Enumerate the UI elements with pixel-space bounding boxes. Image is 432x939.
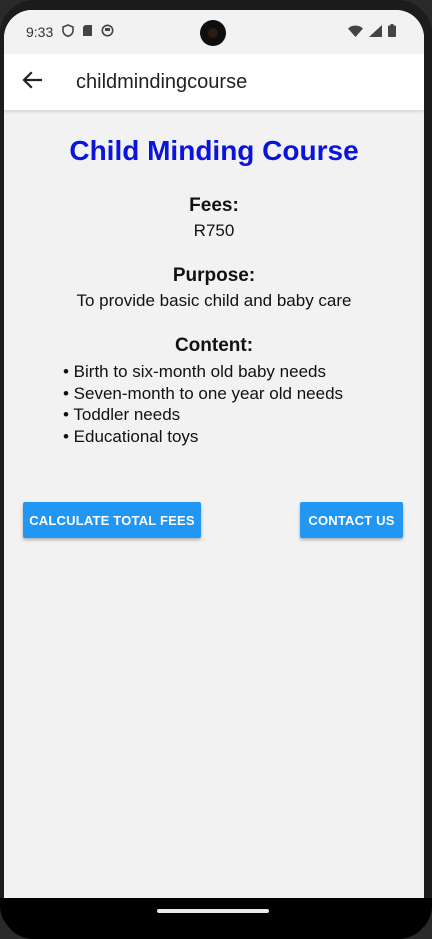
sd-card-icon (82, 24, 93, 42)
home-indicator[interactable] (157, 909, 269, 913)
app-bar-title: childmindingcourse (76, 71, 248, 93)
purpose-value: To provide basic child and baby care (76, 291, 352, 310)
front-camera (200, 20, 226, 46)
page-title: Child Minding Course (69, 135, 359, 166)
list-item: • Toddler needs (63, 405, 181, 424)
notification-icon (101, 24, 114, 42)
battery-icon (388, 24, 396, 42)
app-bar: childmindingcourse (4, 54, 424, 110)
calculate-total-fees-button[interactable]: CALCULATE TOTAL FEES (23, 502, 201, 538)
signal-icon (369, 24, 382, 42)
arrow-back-icon (22, 70, 43, 94)
status-icons-left (62, 24, 114, 42)
navigation-bar (0, 898, 432, 939)
contact-us-button[interactable]: CONTACT US (300, 502, 403, 538)
status-time: 9:33 (26, 24, 54, 40)
content-list: • Birth to six-month old baby needs • Se… (63, 361, 424, 447)
list-item: • Birth to six-month old baby needs (63, 362, 326, 381)
back-button[interactable] (16, 68, 48, 96)
purpose-label: Purpose: (172, 265, 256, 286)
device-frame: 9:33 childmindingcourse Child Minding Co… (0, 0, 432, 939)
course-details: Child Minding Course Fees: R750 Purpose:… (4, 110, 424, 447)
shield-icon (62, 24, 74, 42)
status-icons-right (348, 24, 396, 42)
list-item: • Educational toys (63, 426, 199, 446)
list-item: • Seven-month to one year old needs (63, 383, 344, 403)
status-bar: 9:33 (4, 10, 424, 54)
content-label: Content: (174, 335, 254, 356)
wifi-icon (348, 24, 363, 42)
fees-label: Fees: (189, 195, 239, 216)
screen: 9:33 childmindingcourse Child Minding Co… (4, 10, 424, 930)
fees-value: R750 (193, 221, 235, 240)
